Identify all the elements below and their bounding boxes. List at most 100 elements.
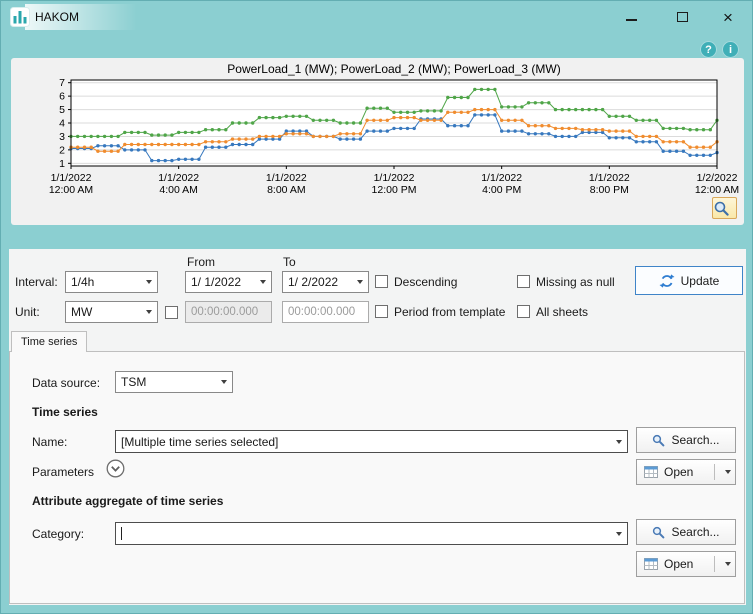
text-caret: [121, 527, 122, 540]
period-from-template-label: Period from template: [394, 305, 505, 319]
checkbox-box[interactable]: [375, 305, 388, 318]
svg-text:12:00 PM: 12:00 PM: [372, 184, 417, 196]
unit-label: Unit:: [15, 305, 40, 319]
chevron-down-icon[interactable]: [725, 470, 731, 474]
category-combobox[interactable]: [115, 522, 628, 545]
open-label: Open: [664, 557, 693, 571]
tab-time-series[interactable]: Time series: [11, 331, 87, 352]
table-icon: [644, 466, 658, 478]
chevron-down-icon[interactable]: [216, 372, 232, 392]
window-title: HAKOM: [35, 10, 79, 24]
interval-label: Interval:: [15, 275, 58, 289]
end-time-field[interactable]: 00:00:00.000: [282, 301, 369, 323]
chevron-down-icon[interactable]: [255, 272, 271, 292]
search-label: Search...: [671, 433, 719, 447]
checkbox-box[interactable]: [517, 275, 530, 288]
svg-text:1/1/2022: 1/1/2022: [158, 172, 199, 184]
data-source-select[interactable]: TSM: [115, 371, 233, 393]
name-open-button[interactable]: Open: [636, 459, 736, 485]
refresh-icon: [659, 273, 675, 289]
help-button[interactable]: ?: [700, 41, 717, 58]
name-combobox[interactable]: [Multiple time series selected]: [115, 430, 628, 453]
chevron-down-icon[interactable]: [352, 272, 368, 292]
svg-text:4:00 AM: 4:00 AM: [159, 184, 198, 196]
svg-text:2: 2: [59, 144, 65, 156]
checkbox-box[interactable]: [517, 305, 530, 318]
chevron-down-icon[interactable]: [141, 302, 157, 322]
interval-select[interactable]: 1/4h: [65, 271, 158, 293]
search-icon: [652, 526, 665, 539]
missing-as-null-checkbox[interactable]: Missing as null: [517, 274, 615, 289]
period-from-template-checkbox[interactable]: Period from template: [375, 304, 505, 319]
title-bar[interactable]: HAKOM ×: [1, 1, 752, 33]
category-search-button[interactable]: Search...: [636, 519, 736, 545]
svg-text:1/1/2022: 1/1/2022: [266, 172, 307, 184]
update-label: Update: [681, 274, 720, 288]
close-icon: ×: [723, 9, 733, 26]
category-open-button[interactable]: Open: [636, 551, 736, 577]
chevron-down-icon[interactable]: [611, 431, 627, 452]
to-date-value: 1/ 2/2022: [288, 275, 352, 289]
svg-text:1/1/2022: 1/1/2022: [51, 172, 92, 184]
chevron-down-circle-icon: [106, 459, 125, 478]
svg-text:1/1/2022: 1/1/2022: [374, 172, 415, 184]
to-label: To: [283, 255, 296, 269]
split-divider: [714, 556, 715, 572]
to-date-picker[interactable]: 1/ 2/2022: [282, 271, 369, 293]
help-icon: ?: [705, 44, 712, 56]
data-source-label: Data source:: [32, 376, 100, 390]
checkbox-box[interactable]: [375, 275, 388, 288]
tab-label: Time series: [21, 336, 77, 348]
table-icon: [644, 558, 658, 570]
chevron-down-icon[interactable]: [725, 562, 731, 566]
category-label: Category:: [32, 527, 84, 541]
checkbox-box[interactable]: [165, 306, 178, 319]
time-series-heading: Time series: [32, 405, 98, 419]
name-search-button[interactable]: Search...: [636, 427, 736, 453]
chart-svg: 1234567PowerLoad_1 (MW); PowerLoad_2 (MW…: [11, 60, 744, 200]
chevron-down-icon[interactable]: [141, 272, 157, 292]
time-override-checkbox[interactable]: [165, 305, 178, 320]
svg-text:8:00 AM: 8:00 AM: [267, 184, 306, 196]
svg-text:5: 5: [59, 104, 65, 116]
svg-text:7: 7: [59, 77, 65, 89]
zoom-button[interactable]: [712, 197, 737, 219]
minimize-button[interactable]: [614, 6, 648, 28]
unit-select[interactable]: MW: [65, 301, 158, 323]
from-date-value: 1/ 1/2022: [191, 275, 255, 289]
from-date-picker[interactable]: 1/ 1/2022: [185, 271, 272, 293]
interval-value: 1/4h: [71, 275, 141, 289]
svg-text:4:00 PM: 4:00 PM: [482, 184, 521, 196]
start-time-field: 00:00:00.000: [185, 301, 272, 323]
parameters-expander-button[interactable]: [106, 459, 125, 478]
svg-text:8:00 PM: 8:00 PM: [590, 184, 629, 196]
unit-value: MW: [71, 305, 141, 319]
descending-checkbox[interactable]: Descending: [375, 274, 457, 289]
update-button[interactable]: Update: [635, 266, 743, 295]
descending-label: Descending: [394, 275, 457, 289]
magnifier-icon: [713, 200, 731, 218]
missing-as-null-label: Missing as null: [536, 275, 615, 289]
chevron-down-icon[interactable]: [611, 523, 627, 544]
close-button[interactable]: ×: [711, 6, 745, 28]
info-button[interactable]: i: [722, 41, 739, 58]
maximize-button[interactable]: [665, 6, 699, 28]
from-label: From: [187, 255, 215, 269]
svg-text:PowerLoad_1 (MW); PowerLoad_2: PowerLoad_1 (MW); PowerLoad_2 (MW); Powe…: [227, 62, 560, 76]
all-sheets-checkbox[interactable]: All sheets: [517, 304, 588, 319]
maximize-icon: [677, 12, 688, 22]
svg-text:3: 3: [59, 131, 65, 143]
svg-text:1/1/2022: 1/1/2022: [589, 172, 630, 184]
split-divider: [714, 464, 715, 480]
parameters-label: Parameters: [32, 465, 94, 479]
name-value: [Multiple time series selected]: [121, 435, 611, 449]
data-source-value: TSM: [121, 375, 216, 389]
open-label: Open: [664, 465, 693, 479]
search-icon: [652, 434, 665, 447]
attribute-aggregate-heading: Attribute aggregate of time series: [32, 494, 223, 508]
svg-text:1/2/2022: 1/2/2022: [697, 172, 738, 184]
hakom-window: HAKOM × ? i 1234567PowerLoad_1 (MW); Pow…: [0, 0, 753, 614]
search-label: Search...: [671, 525, 719, 539]
svg-text:12:00 AM: 12:00 AM: [695, 184, 739, 196]
app-logo-icon: [10, 7, 30, 27]
